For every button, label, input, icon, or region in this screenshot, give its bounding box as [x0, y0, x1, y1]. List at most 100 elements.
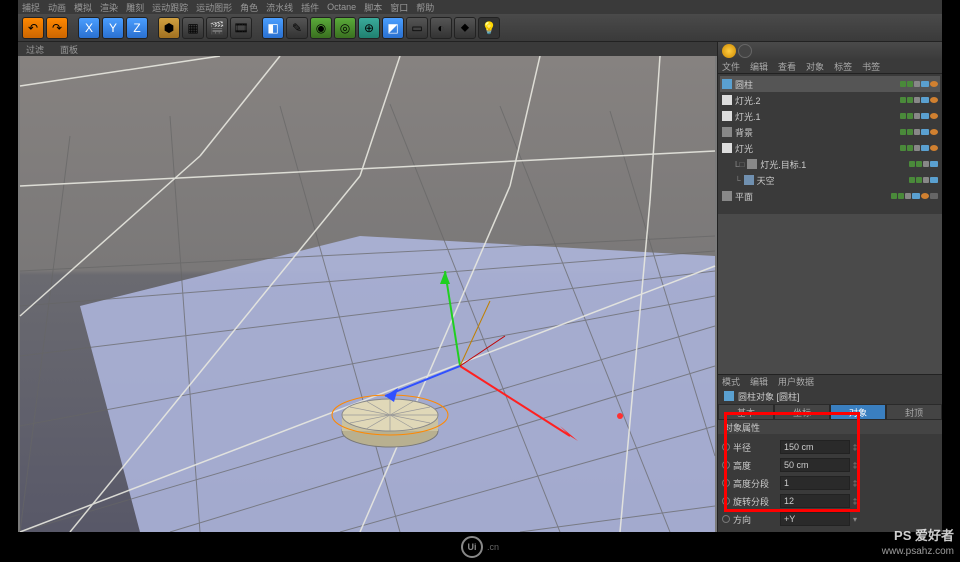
main-toolbar: ↶ ↷ X Y Z ⬢ ▦ 🎬 🎞 ◧ ✎ ◉ ◎ ⊕ ◩ ▭ ◐ ⬥ 💡 [18, 14, 942, 42]
tree-row[interactable]: 灯光 [720, 140, 940, 156]
tree-row[interactable]: └天空 [720, 172, 940, 188]
viewport-menu[interactable]: 过滤 面板 [18, 42, 717, 56]
menu-item[interactable]: 流水线 [266, 1, 293, 14]
param-label: 高度分段 [733, 477, 769, 490]
axis-y-button[interactable]: Y [102, 17, 124, 39]
render-region-button[interactable]: ▦ [182, 17, 204, 39]
attr-menu-item[interactable]: 用户数据 [778, 375, 814, 388]
param-input[interactable]: 50 cm [780, 458, 850, 472]
menu-item[interactable]: 动画 [48, 1, 66, 14]
obj-tab[interactable]: 标签 [834, 60, 852, 73]
attr-menu-item[interactable]: 编辑 [750, 375, 768, 388]
spinner-icon[interactable]: ‡ [850, 479, 860, 488]
param-input[interactable]: 12 [780, 494, 850, 508]
param-radio-icon[interactable] [722, 443, 730, 451]
tree-row[interactable]: 平面 [720, 188, 940, 204]
spinner-icon[interactable]: ‡ [850, 497, 860, 506]
obj-tab[interactable]: 对象 [806, 60, 824, 73]
right-panel: 文件编辑查看对象标签书签 圆柱灯光.2灯光.1背景灯光L□灯光.目标.1└天空平… [717, 42, 942, 532]
attr-tab[interactable]: 封顶 [886, 404, 942, 420]
visibility-dots[interactable] [909, 161, 938, 167]
obj-tab[interactable]: 文件 [722, 60, 740, 73]
attr-menu-item[interactable]: 模式 [722, 375, 740, 388]
visibility-dots[interactable] [891, 193, 938, 199]
spinner-icon[interactable]: ‡ [850, 461, 860, 470]
param-radio-icon[interactable] [722, 479, 730, 487]
render-settings-button[interactable]: 🎬 [206, 17, 228, 39]
menu-item[interactable]: Octane [327, 2, 356, 12]
menu-item[interactable]: 运动图形 [196, 1, 232, 14]
axis-z-button[interactable]: Z [126, 17, 148, 39]
viewport-menu-item[interactable]: 过滤 [26, 43, 44, 56]
render-stop-icon[interactable] [738, 44, 752, 58]
visibility-dots[interactable] [909, 177, 938, 183]
param-input[interactable]: 150 cm [780, 440, 850, 454]
render-button[interactable]: ⬢ [158, 17, 180, 39]
object-manager-menu[interactable]: 文件编辑查看对象标签书签 [718, 60, 942, 74]
param-input[interactable]: 1 [780, 476, 850, 490]
attr-tab[interactable]: 基本 [718, 404, 774, 420]
primitive-cube-button[interactable]: ◧ [262, 17, 284, 39]
tree-row[interactable]: 圆柱 [720, 76, 940, 92]
menu-item[interactable]: 雕刻 [126, 1, 144, 14]
misc-tool-button[interactable]: ⬥ [454, 17, 476, 39]
menu-item[interactable]: 角色 [240, 1, 258, 14]
obj-tab[interactable]: 书签 [862, 60, 880, 73]
object-tree[interactable]: 圆柱灯光.2灯光.1 背景灯光L□灯光.目标.1└天空平面 [718, 74, 942, 214]
tree-row[interactable]: L□灯光.目标.1 [720, 156, 940, 172]
tree-label: 背景 [735, 126, 897, 139]
visibility-dots[interactable] [900, 145, 938, 151]
tree-row[interactable]: 灯光.2 [720, 92, 940, 108]
obj-tab[interactable]: 编辑 [750, 60, 768, 73]
tree-row[interactable]: 灯光.1 [720, 108, 940, 124]
object-icon [722, 143, 732, 153]
tree-label: 平面 [735, 190, 888, 203]
ui-logo-icon: Ui [461, 536, 483, 558]
environment-button[interactable]: ⊕ [358, 17, 380, 39]
camera-button[interactable]: ◩ [382, 17, 404, 39]
param-radio-icon[interactable] [722, 461, 730, 469]
param-radio-icon[interactable] [722, 497, 730, 505]
menu-item[interactable]: 渲染 [100, 1, 118, 14]
bulb-button[interactable]: 💡 [478, 17, 500, 39]
attribute-title: 圆柱对象 [圆柱] [718, 388, 942, 404]
attribute-manager-menu[interactable]: 模式编辑用户数据 [718, 374, 942, 388]
light-button[interactable]: ▭ [406, 17, 428, 39]
cylinder-icon [724, 391, 734, 401]
spinner-icon[interactable]: ▾ [850, 515, 860, 524]
viewport-3d[interactable] [18, 56, 717, 532]
visibility-dots[interactable] [900, 129, 938, 135]
param-input[interactable]: +Y [780, 512, 850, 526]
tree-row[interactable]: 背景 [720, 124, 940, 140]
axis-x-button[interactable]: X [78, 17, 100, 39]
param-label: 半径 [733, 441, 751, 454]
menu-item[interactable]: 插件 [301, 1, 319, 14]
visibility-dots[interactable] [900, 113, 938, 119]
pen-tool-button[interactable]: ✎ [286, 17, 308, 39]
redo-button[interactable]: ↷ [46, 17, 68, 39]
render-status-icon[interactable] [722, 44, 736, 58]
undo-button[interactable]: ↶ [22, 17, 44, 39]
menu-item[interactable]: 运动跟踪 [152, 1, 188, 14]
generator-button[interactable]: ◎ [334, 17, 356, 39]
viewport-menu-item[interactable]: 面板 [60, 43, 78, 56]
param-radio-icon[interactable] [722, 515, 730, 523]
visibility-dots[interactable] [900, 81, 938, 87]
menu-item[interactable]: 模拟 [74, 1, 92, 14]
watermark-main: PS 爱好者 [882, 528, 954, 545]
clapperboard-button[interactable]: 🎞 [230, 17, 252, 39]
main-menubar[interactable]: 捕捉动画模拟渲染雕刻运动跟踪运动图形角色流水线插件 Octane 脚本窗口帮助 [18, 0, 942, 14]
attr-tab[interactable]: 对象 [830, 404, 886, 420]
menu-item[interactable]: 窗口 [390, 1, 408, 14]
visibility-dots[interactable] [900, 97, 938, 103]
menu-item[interactable]: 捕捉 [22, 1, 40, 14]
menu-item[interactable]: 帮助 [416, 1, 434, 14]
attribute-tabs[interactable]: 基本坐标对象封顶 [718, 404, 942, 420]
spinner-icon[interactable]: ‡ [850, 443, 860, 452]
tag-button[interactable]: ◐ [430, 17, 452, 39]
obj-tab[interactable]: 查看 [778, 60, 796, 73]
deformer-button[interactable]: ◉ [310, 17, 332, 39]
attr-tab[interactable]: 坐标 [774, 404, 830, 420]
object-manager-toolbar [718, 42, 942, 60]
menu-item[interactable]: 脚本 [364, 1, 382, 14]
